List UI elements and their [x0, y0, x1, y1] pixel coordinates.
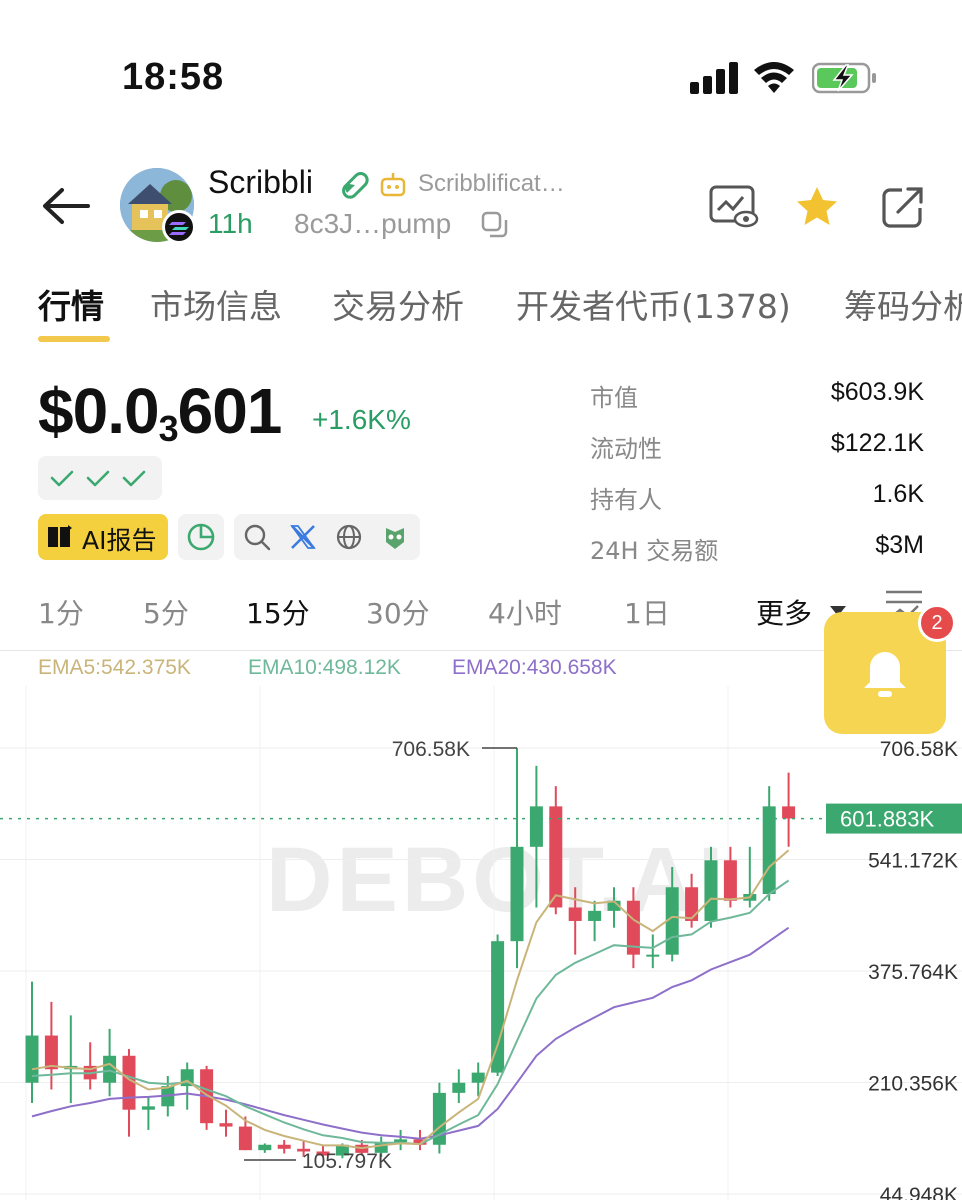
token-fullname: Scribblificat…	[418, 170, 565, 197]
candle	[491, 941, 505, 1073]
pill-icon	[342, 172, 369, 199]
tab-active-indicator	[38, 336, 110, 342]
candle	[219, 1123, 233, 1127]
search-icon[interactable]	[242, 522, 272, 552]
security-checks[interactable]	[38, 456, 162, 500]
globe-icon[interactable]	[334, 522, 364, 552]
stat-value: 1.6K	[872, 480, 924, 508]
stat-value: $603.9K	[830, 378, 924, 406]
more-intervals-button[interactable]: 更多	[756, 592, 812, 632]
interval-1d[interactable]: 1日	[624, 592, 670, 632]
ai-report-button[interactable]: AI报告	[38, 514, 168, 560]
check-icon	[122, 470, 146, 487]
y-axis-label: 44.948K	[880, 1184, 958, 1200]
favorite-star-icon[interactable]	[794, 184, 840, 230]
divider	[0, 650, 962, 651]
ema10-label: EMA10:498.12K	[248, 656, 401, 679]
interval-bar: 1分 5分 15分 30分 4小时 1日 更多	[0, 584, 962, 640]
tab-market-info[interactable]: 市场信息	[150, 280, 282, 328]
candle	[723, 860, 737, 901]
candle	[685, 887, 699, 921]
tab-bar: 行情 市场信息 交易分析 开发者代币(1378) 筹码分析	[0, 270, 962, 350]
status-time: 18:58	[122, 56, 225, 98]
x-twitter-icon[interactable]	[288, 522, 318, 552]
ema5-label: EMA5:542.375K	[38, 656, 191, 679]
candle	[646, 954, 660, 957]
candle	[471, 1072, 485, 1083]
candle	[452, 1082, 466, 1093]
candle	[258, 1144, 272, 1151]
tab-market[interactable]: 行情	[38, 280, 104, 328]
stat-label: 市值	[590, 384, 638, 412]
candle	[277, 1144, 291, 1149]
interval-1m[interactable]: 1分	[38, 592, 84, 632]
tab-developer-tokens[interactable]: 开发者代币(1378)	[516, 280, 791, 328]
candle	[782, 806, 796, 819]
stat-volume-24h: 24H 交易额 $3M	[590, 527, 924, 567]
candle	[549, 806, 563, 908]
ai-report-label: AI报告	[82, 526, 157, 555]
stat-value: $3M	[875, 531, 924, 559]
tab-chip-analysis[interactable]: 筹码分析	[844, 280, 962, 328]
battery-icon	[812, 62, 876, 94]
check-icon	[50, 470, 74, 487]
candle	[141, 1106, 155, 1110]
stat-label: 流动性	[590, 435, 662, 463]
candle	[588, 910, 602, 921]
candle	[394, 1139, 408, 1143]
back-arrow-icon[interactable]	[38, 182, 94, 230]
candle	[238, 1126, 252, 1151]
low-price-label: 105.797K	[302, 1150, 392, 1173]
book-icon	[48, 525, 72, 547]
robot-icon	[380, 173, 406, 197]
interval-30m[interactable]: 30分	[366, 592, 430, 632]
notification-badge: 2	[918, 604, 956, 642]
candle	[529, 806, 543, 847]
monitor-chart-icon[interactable]	[708, 184, 760, 230]
stat-value: $122.1K	[830, 429, 924, 457]
price-change: +1.6K%	[312, 404, 411, 435]
token-age: 11h	[208, 208, 253, 239]
contract-address[interactable]: 8c3J…pump	[294, 208, 451, 240]
candle	[103, 1055, 117, 1083]
token-price: $0.03601	[38, 375, 282, 449]
y-axis-label: 541.172K	[868, 850, 958, 873]
ema20-label: EMA20:430.658K	[452, 656, 617, 679]
y-axis-label: 375.764K	[868, 961, 958, 984]
solana-icon	[162, 210, 196, 244]
candle	[510, 846, 524, 942]
pie-chart-icon	[187, 523, 215, 551]
check-icon	[86, 470, 110, 487]
share-icon[interactable]	[880, 184, 926, 230]
signal-icon	[690, 62, 740, 94]
high-price-label: 706.58K	[392, 738, 470, 761]
pie-chart-button[interactable]	[178, 514, 224, 560]
candle	[568, 907, 582, 921]
tab-trade-analysis[interactable]: 交易分析	[332, 280, 464, 328]
interval-15m[interactable]: 15分	[246, 592, 310, 632]
candle	[762, 806, 776, 894]
candlestick-chart[interactable]: 706.58K 541.172K 375.764K 210.356K 44.948K 70…	[0, 686, 962, 1200]
y-axis-label: 210.356K	[868, 1073, 958, 1096]
status-bar: 18:58	[0, 0, 962, 150]
interval-4h[interactable]: 4小时	[488, 592, 562, 632]
owl-icon[interactable]	[380, 522, 410, 552]
stat-label: 24H 交易额	[590, 537, 719, 565]
social-links	[234, 514, 420, 560]
candle	[704, 860, 718, 921]
stat-liquidity: 流动性 $122.1K	[590, 425, 924, 465]
stat-market-cap: 市值 $603.9K	[590, 374, 924, 414]
token-name: Scribbli	[208, 164, 313, 200]
stat-holders: 持有人 1.6K	[590, 476, 924, 516]
candle	[44, 1035, 58, 1070]
current-price-label: 601.883K	[840, 807, 935, 832]
y-axis-label: 706.58K	[880, 738, 958, 761]
wifi-icon	[754, 62, 794, 93]
interval-5m[interactable]: 5分	[143, 592, 189, 632]
stat-label: 持有人	[590, 486, 662, 514]
copy-icon[interactable]	[480, 210, 510, 240]
